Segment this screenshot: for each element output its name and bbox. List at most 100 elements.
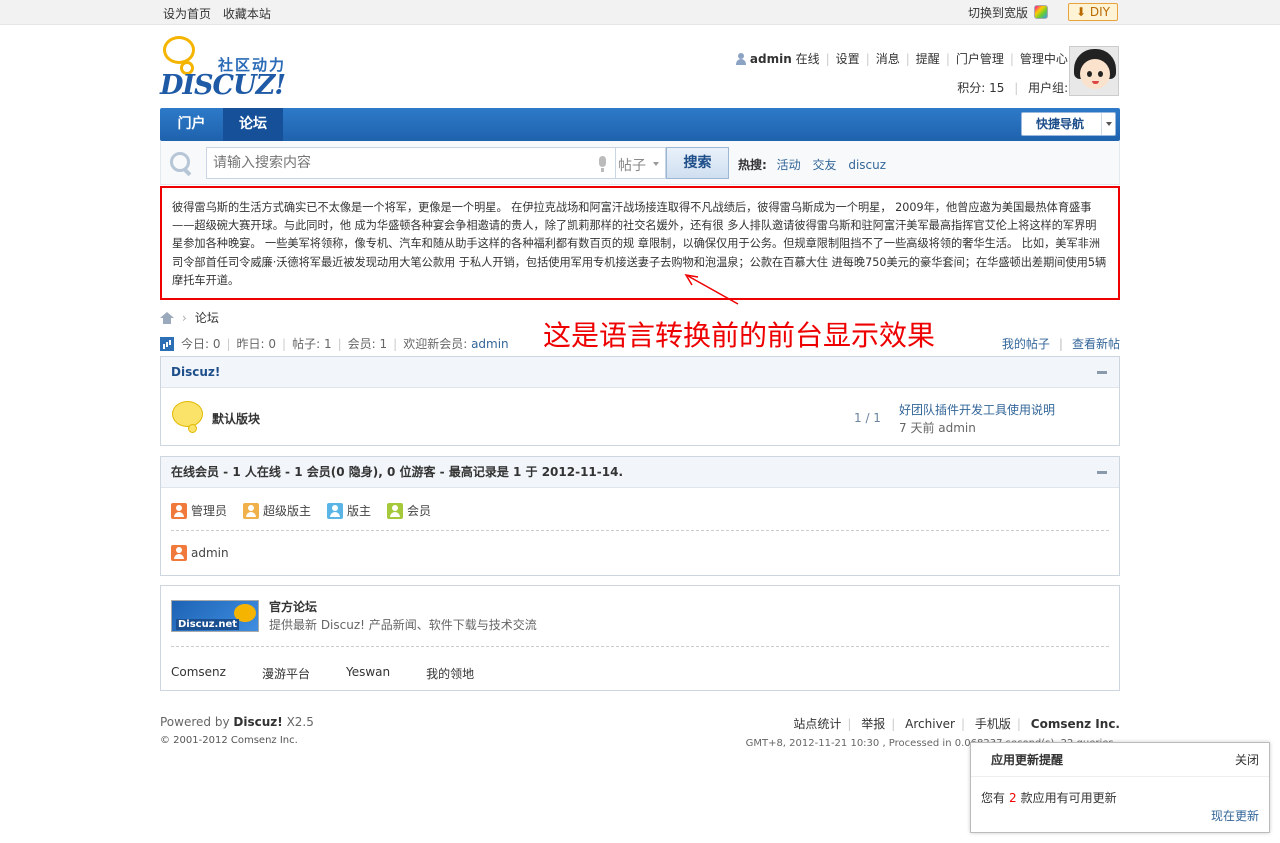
search-bar: 帖子 搜索 热搜: 活动 交友 discuz	[160, 141, 1120, 185]
stat-yesterday: 昨日: 0	[236, 337, 277, 351]
link-yeswan[interactable]: Yeswan	[346, 665, 390, 682]
stat-members: 会员: 1	[347, 337, 388, 351]
avatar[interactable]	[1069, 46, 1119, 96]
legend-super-mod: 超级版主	[243, 502, 311, 519]
hot-term-link[interactable]: discuz	[848, 158, 886, 172]
app-update-popup: 应用更新提醒 关闭 您有 2 款应用有可用更新 现在更新	[970, 742, 1270, 833]
divider: |	[1014, 81, 1019, 95]
stat-links: 我的帖子 | 查看新帖	[1001, 337, 1120, 351]
new-posts-link[interactable]: 查看新帖	[1072, 337, 1120, 351]
last-post-meta: 7 天前 admin	[899, 421, 976, 435]
user-icon	[735, 52, 747, 65]
popup-title: 应用更新提醒	[991, 753, 1064, 767]
admin-user-icon	[171, 502, 187, 519]
link-my-domain[interactable]: 我的领地	[426, 665, 474, 682]
divider: |	[1009, 51, 1014, 66]
mobile-link[interactable]: 手机版	[975, 717, 1011, 731]
discuz-net-logo[interactable]: Discuz.net	[171, 600, 259, 632]
official-forum-desc: 提供最新 Discuz! 产品新闻、软件下载与技术交流	[269, 618, 537, 632]
divider: |	[945, 51, 950, 66]
skin-palette-icon[interactable]	[1034, 5, 1049, 19]
settings-link[interactable]: 设置	[836, 50, 860, 67]
link-manyou[interactable]: 漫游平台	[262, 665, 310, 682]
home-icon[interactable]	[160, 311, 174, 324]
update-now-link[interactable]: 现在更新	[1211, 807, 1259, 824]
top-bar: 设为首页 收藏本站 切换到宽版 ⬇ DIY	[0, 0, 1280, 25]
quick-nav-button[interactable]: 快捷导航	[1021, 112, 1116, 136]
set-home-link[interactable]: 设为首页	[163, 7, 211, 21]
online-members: 在线会员 - 1 人在线 - 1 会员(0 隐身), 0 位游客 - 最高记录是…	[160, 456, 1120, 576]
forum-stats: 今日: 0 | 昨日: 0 | 帖子: 1 | 会员: 1 | 欢迎新会员: a…	[160, 335, 509, 352]
username-link[interactable]: admin	[750, 52, 792, 66]
admin-center-link[interactable]: 管理中心	[1020, 50, 1068, 67]
forum-count: 1 / 1	[854, 411, 881, 425]
member-icon	[387, 502, 404, 519]
online-user[interactable]: admin	[171, 545, 229, 561]
last-post-link[interactable]: 好团队插件开发工具使用说明	[899, 401, 1055, 419]
logo-bubble-icon	[163, 36, 195, 75]
popup-message: 您有 2 款应用有可用更新	[981, 791, 1117, 805]
legend-mod: 版主	[327, 502, 371, 519]
breadcrumb: › 论坛	[160, 309, 219, 326]
newest-member-link[interactable]: admin	[471, 337, 509, 351]
divider: |	[905, 51, 910, 66]
divider: |	[825, 51, 830, 66]
legend-admin: 管理员	[171, 502, 227, 519]
forum-bubble-icon	[172, 401, 203, 433]
chevron-down-icon	[1101, 113, 1115, 135]
search-input[interactable]	[206, 147, 616, 179]
friend-links: Discuz.net 官方论坛 提供最新 Discuz! 产品新闻、软件下载与技…	[160, 585, 1120, 691]
search-scope-select[interactable]: 帖子	[616, 147, 666, 179]
my-posts-link[interactable]: 我的帖子	[1002, 337, 1050, 351]
diy-label: DIY	[1089, 5, 1110, 19]
member-legend: 管理员 超级版主 版主 会员	[171, 502, 431, 519]
hot-term-link[interactable]: 活动	[777, 158, 801, 172]
logo-en-text: DISCUZ!	[160, 70, 286, 101]
user-info: admin 在线 | 设置 | 消息 | 提醒 | 门户管理 | 管理中心 | …	[735, 50, 1108, 96]
official-forum-link[interactable]: 官方论坛	[269, 598, 317, 615]
site-stats-link[interactable]: 站点统计	[793, 717, 841, 731]
archiver-link[interactable]: Archiver	[905, 717, 955, 731]
moderator-icon	[327, 502, 344, 519]
search-button[interactable]: 搜索	[666, 147, 729, 179]
super-moderator-icon	[243, 502, 260, 519]
portal-admin-link[interactable]: 门户管理	[956, 50, 1004, 67]
notifications-link[interactable]: 提醒	[916, 50, 940, 67]
chart-icon	[160, 336, 174, 351]
quick-nav-label: 快捷导航	[1036, 117, 1085, 131]
admin-user-icon	[171, 545, 187, 561]
switch-wide-link[interactable]: 切换到宽版	[968, 4, 1028, 21]
chevron-right-icon: ›	[182, 310, 187, 325]
site-logo[interactable]: 社区动力 DISCUZ!	[160, 34, 300, 102]
stat-today: 今日: 0	[181, 337, 221, 351]
report-link[interactable]: 举报	[861, 717, 885, 731]
copyright: © 2001-2012 Comsenz Inc.	[160, 735, 298, 746]
messages-link[interactable]: 消息	[876, 50, 900, 67]
bookmark-link[interactable]: 收藏本站	[223, 7, 271, 21]
collapse-icon[interactable]	[1097, 471, 1107, 474]
diy-button[interactable]: ⬇ DIY	[1068, 3, 1118, 21]
discuz-link[interactable]: Discuz!	[233, 715, 282, 729]
nav-portal[interactable]: 门户	[160, 108, 223, 141]
welcome-label: 欢迎新会员:	[403, 337, 468, 351]
microphone-icon[interactable]	[599, 156, 606, 172]
announcement-box: 彼得雷乌斯的生活方式确实已不太像是一个将军，更像是一个明星。 在伊拉克战场和阿富…	[160, 186, 1120, 300]
company-link[interactable]: Comsenz Inc.	[1031, 717, 1120, 731]
collapse-icon[interactable]	[1097, 371, 1107, 374]
footer-left: Powered by Discuz! X2.5 © 2001-2012 Coms…	[160, 715, 314, 746]
breadcrumb-forum[interactable]: 论坛	[195, 309, 219, 326]
popup-close-button[interactable]: 关闭	[1235, 743, 1259, 777]
nav-forum[interactable]: 论坛	[223, 108, 283, 141]
online-title[interactable]: 在线会员 - 1 人在线 - 1 会员(0 隐身), 0 位游客 - 最高记录是…	[171, 465, 623, 479]
hot-search-label: 热搜:	[738, 158, 767, 172]
online-status: 在线	[795, 52, 820, 66]
stat-posts: 帖子: 1	[292, 337, 332, 351]
category-title[interactable]: Discuz!	[171, 365, 220, 379]
hot-term-link[interactable]: 交友	[812, 158, 836, 172]
hot-search: 热搜: 活动 交友 discuz	[738, 156, 894, 173]
forum-name-link[interactable]: 默认版块	[212, 410, 260, 427]
annotation-text: 这是语言转换前的前台显示效果	[543, 319, 936, 352]
points-link[interactable]: 积分: 15	[957, 81, 1004, 95]
link-comsenz[interactable]: Comsenz	[171, 665, 226, 682]
legend-member: 会员	[387, 502, 431, 519]
